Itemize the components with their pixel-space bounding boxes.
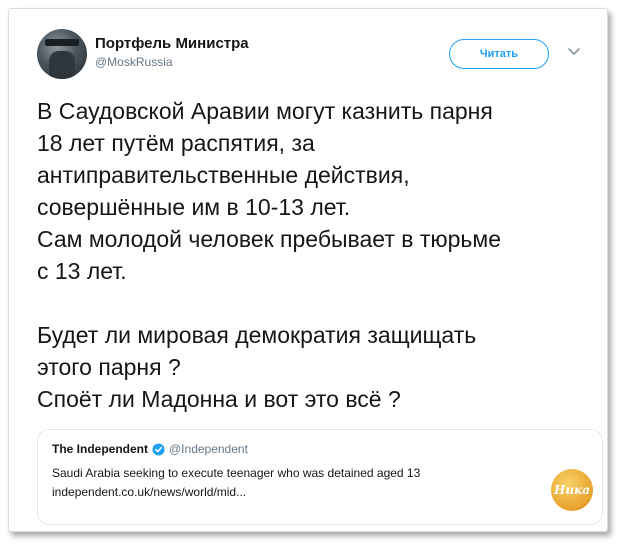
quoted-tweet-link[interactable]: independent.co.uk/news/world/mid... bbox=[52, 483, 588, 502]
verified-badge-icon bbox=[152, 442, 165, 456]
quoted-tweet[interactable]: The Independent @Independent Saudi Arabi… bbox=[37, 429, 603, 525]
tweet-header: Портфель Министра @MoskRussia Читать bbox=[37, 29, 589, 85]
author-display-name[interactable]: Портфель Министра bbox=[95, 35, 249, 52]
quoted-tweet-headline: Saudi Arabia seeking to execute teenager… bbox=[52, 466, 421, 480]
quoted-author-handle: @Independent bbox=[169, 442, 248, 456]
quoted-author-name: The Independent bbox=[52, 442, 148, 456]
author-info: Портфель Министра @MoskRussia bbox=[95, 35, 249, 69]
quoted-tweet-header: The Independent @Independent bbox=[52, 442, 588, 456]
avatar-image-figure bbox=[49, 51, 75, 79]
watermark-text: Ника bbox=[554, 483, 590, 497]
watermark-logo: Ника bbox=[551, 469, 593, 511]
chevron-down-icon[interactable] bbox=[565, 42, 583, 60]
author-handle[interactable]: @MoskRussia bbox=[95, 55, 249, 69]
tweet-card: Портфель Министра @MoskRussia Читать В С… bbox=[8, 8, 608, 532]
tweet-text: В Саудовской Аравии могут казнить парня … bbox=[37, 98, 502, 412]
author-avatar[interactable] bbox=[37, 29, 87, 79]
quoted-tweet-text: Saudi Arabia seeking to execute teenager… bbox=[52, 464, 588, 502]
follow-button[interactable]: Читать bbox=[449, 39, 549, 69]
avatar-image-detail bbox=[45, 39, 79, 46]
